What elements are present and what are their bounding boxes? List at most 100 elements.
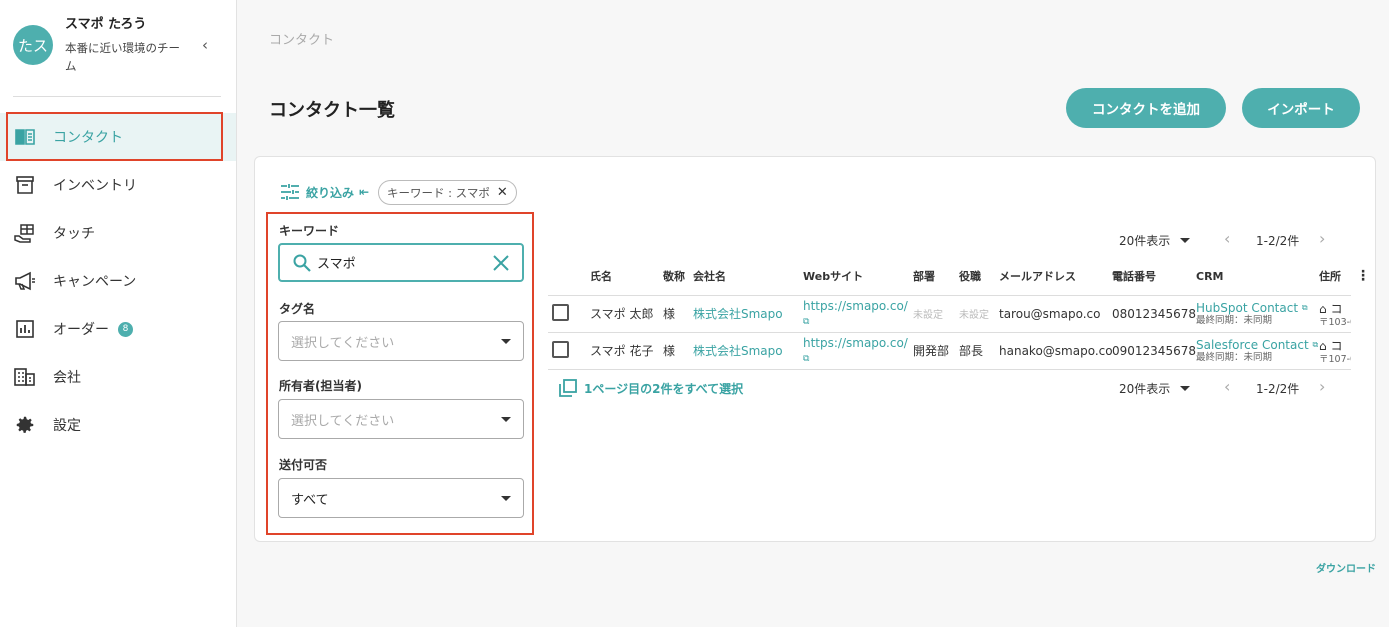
filter-toggle[interactable]: 絞り込み ⇤ bbox=[280, 183, 369, 201]
column-header[interactable]: 役職 bbox=[959, 258, 999, 296]
owner-select[interactable]: 選択してください bbox=[278, 399, 524, 439]
company-link[interactable]: 株式会社Smapo bbox=[693, 344, 783, 358]
row-checkbox[interactable] bbox=[552, 303, 569, 321]
company-cell: 株式会社Smapo bbox=[693, 295, 803, 333]
unset-text: 未設定 bbox=[913, 310, 943, 321]
clear-icon[interactable] bbox=[492, 254, 510, 272]
column-header[interactable]: 敬称 bbox=[663, 258, 693, 296]
home-icon: ⌂ bbox=[1319, 301, 1327, 316]
external-link-icon[interactable]: ⧉ bbox=[1313, 340, 1319, 349]
home-icon: ⌂ bbox=[1319, 338, 1327, 353]
next-page-icon[interactable]: › bbox=[1319, 229, 1325, 248]
collapse-left-icon[interactable]: ⇤ bbox=[359, 185, 369, 199]
address-cell: ⌂ コ〒107-0 bbox=[1319, 332, 1351, 370]
address-text: コ bbox=[1330, 338, 1343, 353]
per-page-select[interactable]: 20件表示 bbox=[1119, 232, 1191, 249]
company-cell: 株式会社Smapo bbox=[693, 332, 803, 370]
row-checkbox[interactable] bbox=[552, 340, 569, 358]
honorific-cell: 様 bbox=[663, 295, 693, 333]
building-icon bbox=[14, 366, 36, 388]
team-name: 本番に近い環境のチーム bbox=[65, 41, 180, 73]
keyword-input-value: スマポ bbox=[317, 257, 356, 272]
close-icon[interactable]: ✕ bbox=[497, 185, 508, 200]
column-header[interactable]: 部署 bbox=[913, 258, 959, 296]
select-all-button[interactable]: 1ページ目の2件をすべて選択 bbox=[558, 378, 743, 398]
next-page-icon[interactable]: › bbox=[1319, 377, 1325, 396]
sidebar-item-touch[interactable]: タッチ bbox=[0, 209, 236, 257]
postal-code: 〒103-0 bbox=[1319, 316, 1351, 328]
crm-sync-status: 最終同期：未同期 bbox=[1196, 352, 1273, 363]
column-header[interactable]: Webサイト bbox=[803, 258, 913, 296]
sidebar-divider bbox=[13, 96, 221, 97]
phone-cell: 09012345678 bbox=[1112, 332, 1196, 370]
tag-select[interactable]: 選択してください bbox=[278, 321, 524, 361]
caret-down-icon bbox=[501, 416, 511, 422]
contact-book-icon bbox=[14, 126, 36, 148]
column-header[interactable]: 会社名 bbox=[693, 258, 803, 296]
page-title: コンタクト一覧 bbox=[269, 100, 395, 121]
import-button[interactable]: インポート bbox=[1242, 88, 1360, 128]
column-header[interactable]: 電話番号 bbox=[1112, 258, 1196, 296]
caret-down-icon bbox=[1180, 238, 1191, 243]
page-range: 1-2/2件 bbox=[1256, 234, 1300, 248]
sidebar-item-label: 会社 bbox=[53, 370, 81, 386]
download-link[interactable]: ダウンロード bbox=[1316, 560, 1376, 575]
add-contact-button[interactable]: コンタクトを追加 bbox=[1066, 88, 1226, 128]
owner-label: 所有者(担当者) bbox=[279, 379, 362, 393]
table-row[interactable]: スマポ 太郎 様 株式会社Smapo https://smapo.co/ ⧉ 未設… bbox=[548, 295, 1351, 333]
department-cell: 開発部 bbox=[913, 332, 959, 370]
column-header[interactable]: 氏名 bbox=[590, 258, 663, 296]
page-range: 1-2/2件 bbox=[1256, 382, 1300, 396]
send-select[interactable]: すべて bbox=[278, 478, 524, 518]
more-vert-icon[interactable]: ⋮ bbox=[1356, 268, 1370, 284]
sidebar-item-label: インベントリ bbox=[53, 178, 137, 194]
keyword-input[interactable]: スマポ bbox=[278, 243, 524, 282]
column-header[interactable]: CRM bbox=[1196, 258, 1319, 296]
sidebar-item-inventory[interactable]: インベントリ bbox=[0, 161, 236, 209]
crm-cell: HubSpot Contact ⧉ 最終同期：未同期 bbox=[1196, 295, 1319, 333]
gear-icon bbox=[14, 414, 36, 436]
external-link-icon[interactable]: ⧉ bbox=[803, 354, 809, 364]
sidebar-item-settings[interactable]: 設定 bbox=[0, 401, 236, 449]
company-link[interactable]: 株式会社Smapo bbox=[693, 307, 783, 321]
filter-chip-label: キーワード : スマポ bbox=[387, 185, 490, 200]
sidebar-nav: コンタクト インベントリ タッチ キャンペーン オーダー 8 会社 設定 bbox=[0, 113, 236, 449]
website-link[interactable]: https://smapo.co/ bbox=[803, 299, 908, 313]
per-page-select-bottom[interactable]: 20件表示 bbox=[1119, 380, 1191, 397]
filter-toggle-label: 絞り込み bbox=[306, 185, 355, 200]
website-link[interactable]: https://smapo.co/ bbox=[803, 336, 908, 350]
crm-link[interactable]: HubSpot Contact bbox=[1196, 301, 1298, 315]
contacts-table: 氏名 敬称 会社名 Webサイト 部署 役職 メールアドレス 電話番号 CRM … bbox=[548, 258, 1351, 370]
sidebar-item-label: コンタクト bbox=[53, 130, 123, 146]
external-link-icon[interactable]: ⧉ bbox=[1302, 303, 1308, 312]
column-header[interactable]: メールアドレス bbox=[999, 258, 1112, 296]
address-text: コ bbox=[1330, 301, 1343, 316]
column-header[interactable]: 住所 bbox=[1319, 258, 1351, 296]
chart-icon bbox=[14, 318, 36, 340]
row-checkbox-cell bbox=[548, 295, 590, 333]
prev-page-icon[interactable]: ‹ bbox=[1224, 229, 1230, 248]
avatar[interactable]: たス bbox=[13, 25, 53, 65]
sidebar-item-company[interactable]: 会社 bbox=[0, 353, 236, 401]
prev-page-icon[interactable]: ‹ bbox=[1224, 377, 1230, 396]
caret-down-icon bbox=[501, 495, 511, 501]
sidebar-item-label: キャンペーン bbox=[53, 274, 137, 290]
postal-code: 〒107-0 bbox=[1319, 353, 1351, 365]
sidebar-item-contact[interactable]: コンタクト bbox=[0, 113, 236, 161]
sidebar-item-campaign[interactable]: キャンペーン bbox=[0, 257, 236, 305]
address-cell: ⌂ コ〒103-0 bbox=[1319, 295, 1351, 333]
website-cell: https://smapo.co/ ⧉ bbox=[803, 332, 913, 370]
sidebar-item-order[interactable]: オーダー 8 bbox=[0, 305, 236, 353]
position-cell: 部長 bbox=[959, 332, 999, 370]
external-link-icon[interactable]: ⧉ bbox=[803, 317, 809, 327]
crm-link[interactable]: Salesforce Contact bbox=[1196, 338, 1309, 352]
per-page-label: 20件表示 bbox=[1119, 382, 1171, 396]
table-row[interactable]: スマポ 花子 様 株式会社Smapo https://smapo.co/ ⧉ 開発… bbox=[548, 332, 1351, 370]
sidebar-item-label: タッチ bbox=[53, 226, 95, 242]
table-header-row: 氏名 敬称 会社名 Webサイト 部署 役職 メールアドレス 電話番号 CRM … bbox=[548, 258, 1351, 296]
select-all-label: 1ページ目の2件をすべて選択 bbox=[584, 381, 744, 396]
send-select-value: すべて bbox=[291, 492, 329, 508]
breadcrumb[interactable]: コンタクト bbox=[269, 29, 334, 48]
caret-down-icon bbox=[1180, 386, 1191, 391]
sidebar-collapse-icon[interactable]: ‹ bbox=[202, 36, 208, 54]
